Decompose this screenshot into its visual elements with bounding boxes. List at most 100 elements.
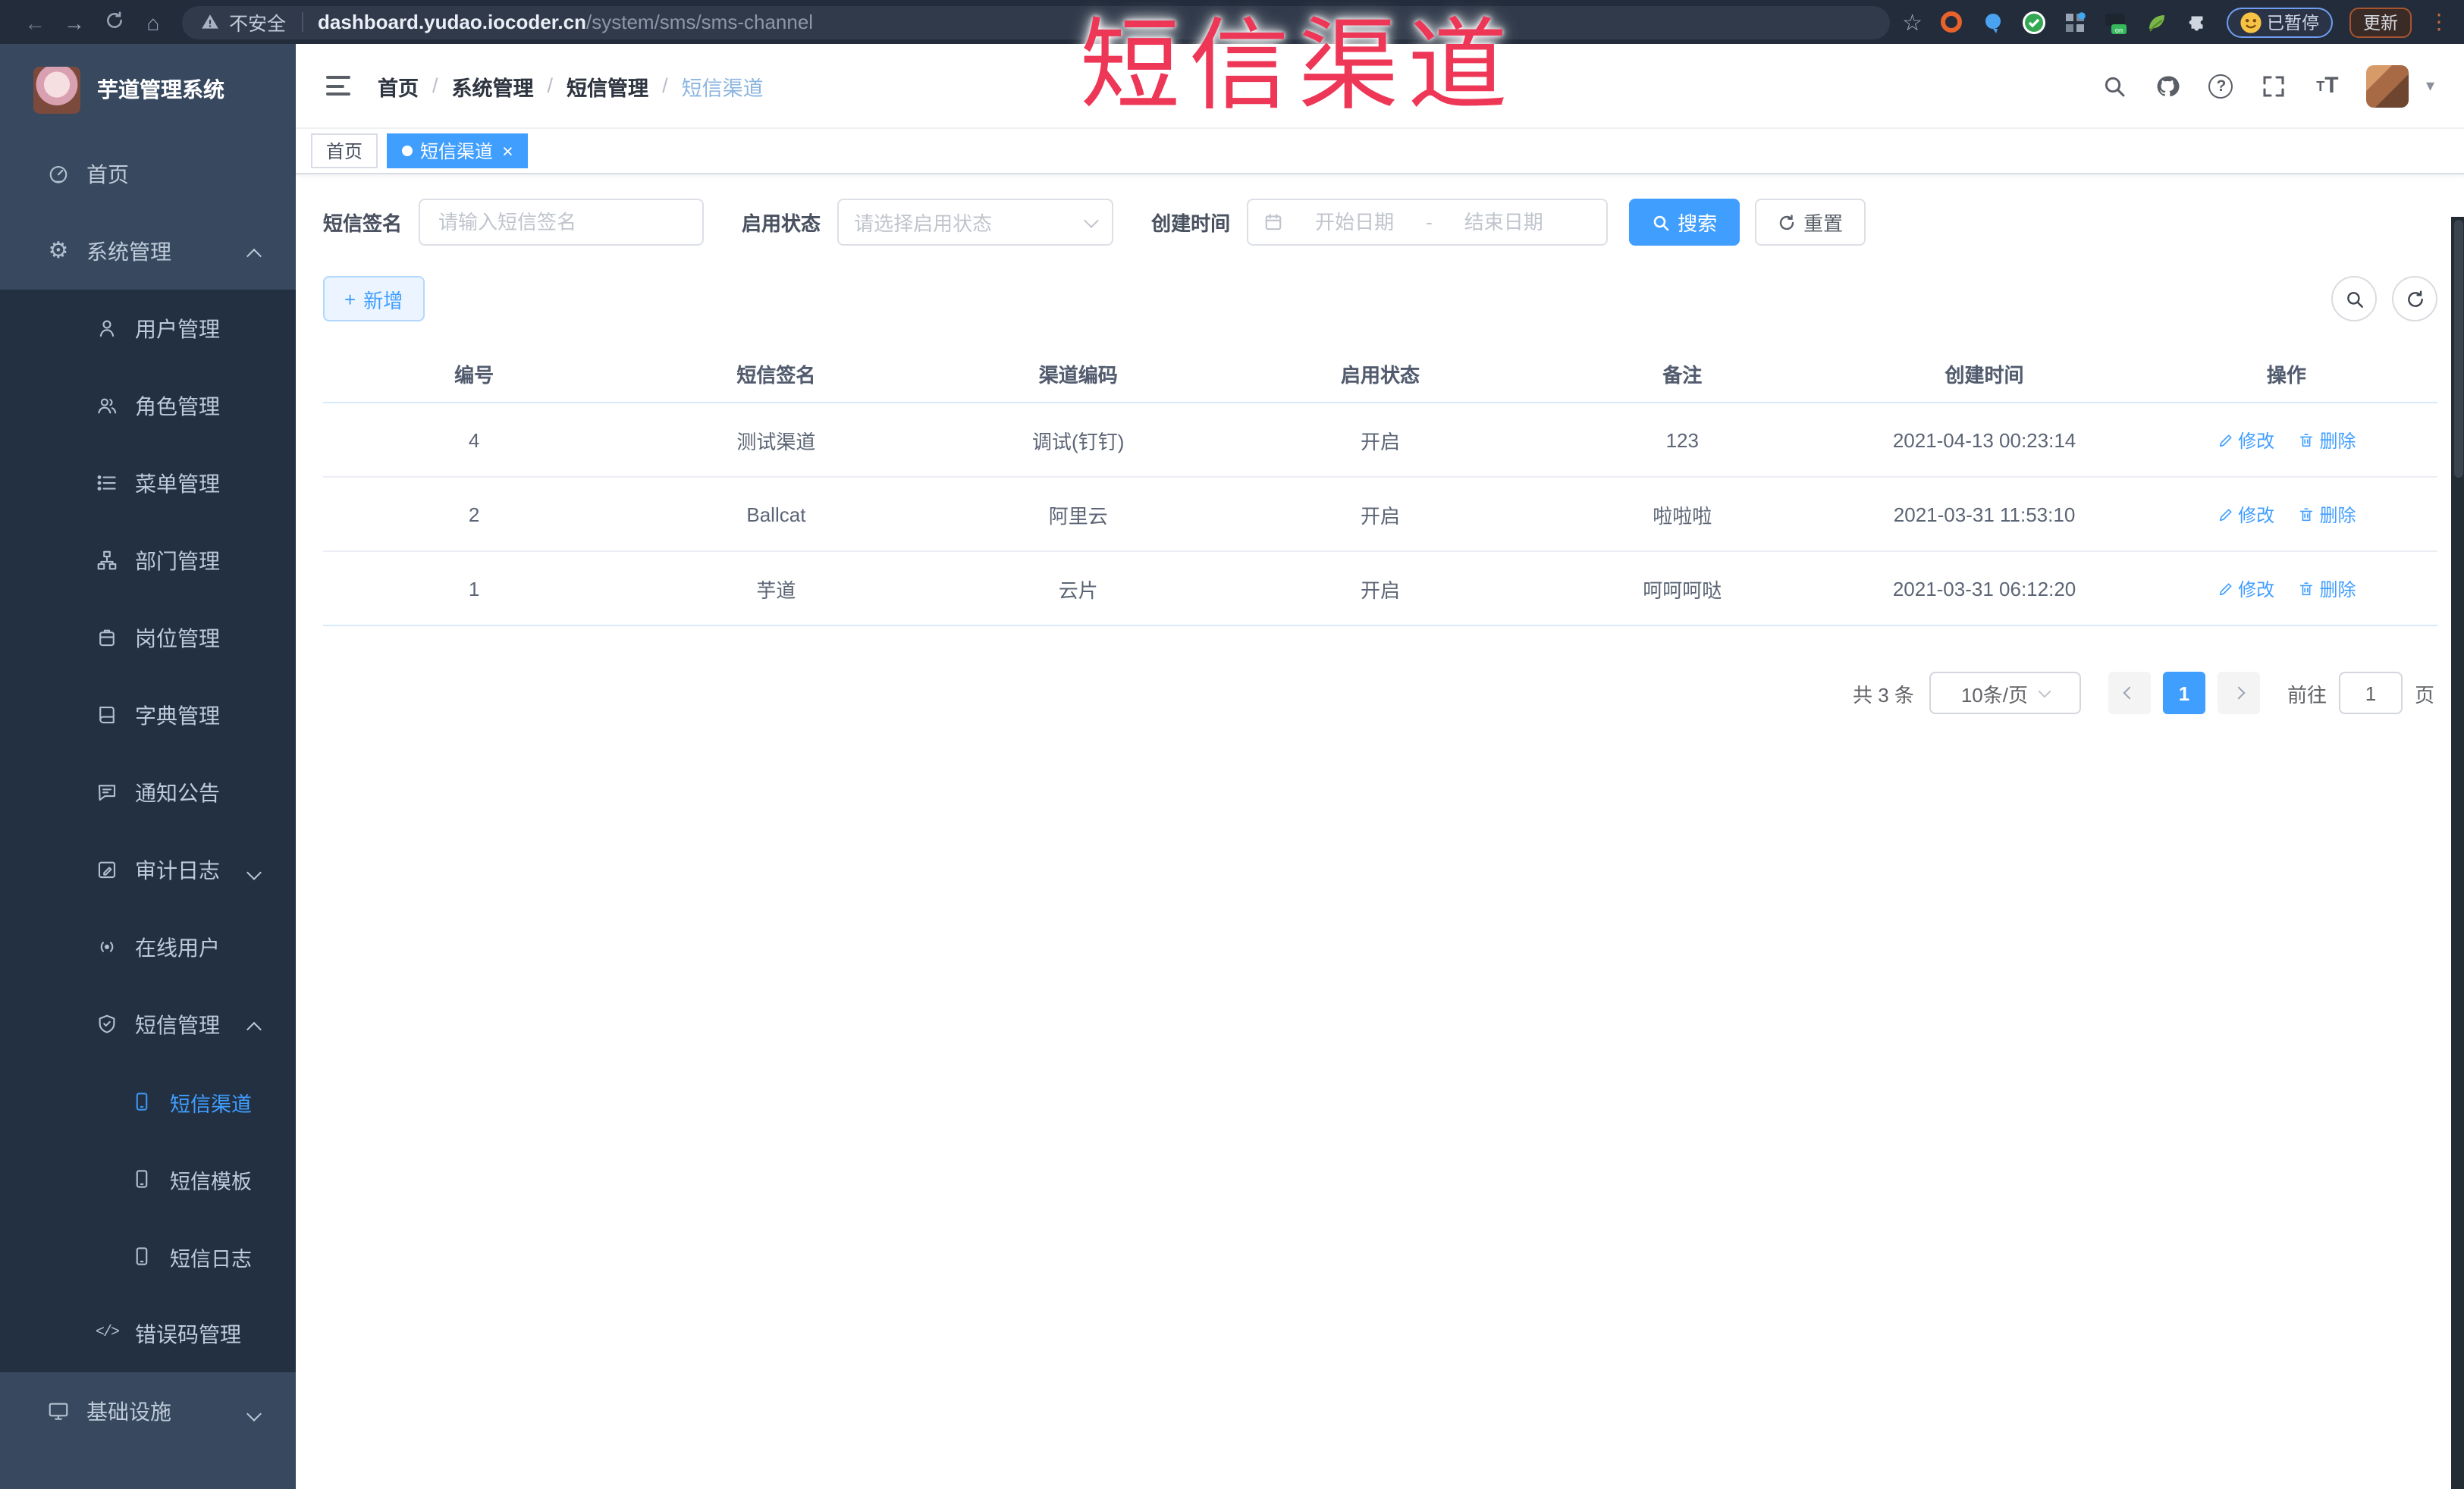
edit-link[interactable]: 修改 <box>2217 427 2274 453</box>
page-size-select[interactable]: 10条/页 <box>1929 672 2081 714</box>
main-area: 首页 / 系统管理 / 短信管理 / 短信渠道 ? TT ▾ 首页 短信渠道 ×… <box>296 44 2464 1489</box>
table-header-row: 编号 短信签名 渠道编码 启用状态 备注 创建时间 操作 <box>323 346 2437 403</box>
edit-link[interactable]: 修改 <box>2217 501 2274 527</box>
sidebar-item-system[interactable]: ⚙ 系统管理 <box>0 212 296 290</box>
next-page-button[interactable] <box>2217 672 2260 714</box>
sidebar-item-sms-template[interactable]: 短信模板 <box>0 1140 296 1218</box>
toggle-search-button[interactable] <box>2331 276 2377 321</box>
breadcrumb-sms[interactable]: 短信管理 <box>567 71 648 101</box>
trash-icon <box>2300 581 2313 595</box>
sidebar-item-users[interactable]: 用户管理 <box>0 290 296 367</box>
announcement-icon <box>94 781 120 804</box>
sidebar-item-label: 菜单管理 <box>135 471 220 495</box>
reset-button-label: 重置 <box>1803 212 1844 235</box>
sidebar-item-label: 错误码管理 <box>135 1321 241 1346</box>
edit-link[interactable]: 修改 <box>2217 575 2274 601</box>
add-button[interactable]: + 新增 <box>323 276 425 321</box>
breadcrumb-system[interactable]: 系统管理 <box>452 71 534 101</box>
sidebar-item-dict[interactable]: 字典管理 <box>0 676 296 754</box>
emoji-face-icon <box>2240 11 2261 33</box>
browser-home-icon[interactable]: ⌂ <box>133 10 173 34</box>
extension-leaf-icon[interactable] <box>2144 10 2168 34</box>
refresh-table-button[interactable] <box>2392 276 2437 321</box>
paused-extension-badge[interactable]: 已暂停 <box>2226 7 2333 37</box>
app-header: 首页 / 系统管理 / 短信管理 / 短信渠道 ? TT ▾ <box>296 44 2464 129</box>
sidebar-item-error-code[interactable]: </> 错误码管理 <box>0 1295 296 1372</box>
help-icon[interactable]: ? <box>2208 72 2235 99</box>
url-host[interactable]: dashboard.yudao.iocoder.cn <box>318 11 586 33</box>
sign-input[interactable] <box>435 209 688 235</box>
fullscreen-icon[interactable] <box>2261 72 2288 99</box>
sidebar-item-menus[interactable]: 菜单管理 <box>0 444 296 522</box>
goto-label: 前往 <box>2287 683 2327 706</box>
bookmark-star-icon[interactable]: ☆ <box>1902 8 1923 36</box>
status-select[interactable]: 请选择启用状态 <box>837 199 1114 246</box>
sidebar-item-roles[interactable]: 角色管理 <box>0 367 296 444</box>
update-button[interactable]: 更新 <box>2349 7 2412 37</box>
sidebar-item-label: 审计日志 <box>135 857 220 882</box>
sidebar-item-home[interactable]: 首页 <box>0 135 296 212</box>
extension-grid-icon[interactable] <box>2062 10 2086 34</box>
delete-link[interactable]: 删除 <box>2298 501 2356 527</box>
delete-link[interactable]: 删除 <box>2298 575 2356 601</box>
sidebar-item-notice[interactable]: 通知公告 <box>0 754 296 831</box>
end-date-input[interactable] <box>1441 209 1566 235</box>
close-icon[interactable]: × <box>502 140 513 161</box>
app-logo-row[interactable]: 芋道管理系统 <box>0 44 296 135</box>
start-date-input[interactable] <box>1292 209 1417 235</box>
breadcrumb-current: 短信渠道 <box>681 77 764 99</box>
browser-forward-icon[interactable]: → <box>55 10 94 34</box>
goto-page-input[interactable] <box>2338 672 2403 714</box>
page-content: 短信签名 启用状态 请选择启用状态 创建时间 - <box>296 174 2464 1489</box>
breadcrumb-home[interactable]: 首页 <box>378 71 419 101</box>
font-size-icon[interactable]: TT <box>2314 72 2341 99</box>
sidebar-item-online-users[interactable]: 在线用户 <box>0 908 296 986</box>
browser-menu-icon[interactable]: ⋮ <box>2428 9 2450 35</box>
breadcrumb-separator: / <box>432 74 438 97</box>
sidebar-item-departments[interactable]: 部门管理 <box>0 522 296 599</box>
sidebar-item-infrastructure[interactable]: 基础设施 <box>0 1372 296 1450</box>
search-icon[interactable] <box>2101 72 2129 99</box>
page-scrollbar[interactable] <box>2451 217 2464 1489</box>
github-icon[interactable] <box>2155 72 2182 99</box>
cell-remark: 呵呵呵哒 <box>1643 578 1722 601</box>
extension-orange-icon[interactable] <box>1939 10 1963 34</box>
page-unit-label: 页 <box>2414 683 2434 706</box>
url-path[interactable]: /system/sms/sms-channel <box>586 11 813 33</box>
trash-icon <box>2300 433 2313 447</box>
extension-pin-icon[interactable] <box>1980 10 2004 34</box>
user-icon <box>94 317 120 340</box>
page-number-active[interactable]: 1 <box>2162 672 2205 714</box>
browser-back-icon[interactable]: ← <box>15 10 55 34</box>
cell-remark: 啦啦啦 <box>1653 504 1712 527</box>
sidebar-item-label: 角色管理 <box>135 393 220 418</box>
pencil-icon <box>2218 434 2231 447</box>
calendar-icon <box>1265 213 1282 230</box>
extension-check-icon[interactable] <box>2021 10 2045 34</box>
extensions-puzzle-icon[interactable] <box>2185 10 2209 34</box>
sidebar-item-label: 在线用户 <box>135 935 220 959</box>
cell-status: 开启 <box>1360 430 1400 453</box>
sidebar-item-sms-log[interactable]: 短信日志 <box>0 1218 296 1295</box>
search-button[interactable]: 搜索 <box>1629 199 1740 246</box>
search-icon <box>1653 215 1669 230</box>
avatar-caret-icon[interactable]: ▾ <box>2426 76 2434 96</box>
delete-link[interactable]: 删除 <box>2298 427 2356 453</box>
security-label[interactable]: 不安全 <box>229 8 286 36</box>
user-avatar[interactable] <box>2366 64 2409 107</box>
reset-button[interactable]: 重置 <box>1755 199 1866 246</box>
browser-reload-icon[interactable] <box>94 10 133 34</box>
date-range-picker[interactable]: - <box>1247 199 1609 246</box>
sidebar-item-sms-channel[interactable]: 短信渠道 <box>0 1063 296 1140</box>
scrollbar-thumb[interactable] <box>2453 220 2462 478</box>
sidebar-collapse-icon[interactable] <box>326 76 350 96</box>
sidebar-item-audit-log[interactable]: 审计日志 <box>0 831 296 908</box>
sidebar-item-posts[interactable]: 岗位管理 <box>0 599 296 676</box>
tab-home[interactable]: 首页 <box>311 133 378 168</box>
tab-sms-channel[interactable]: 短信渠道 × <box>387 133 529 168</box>
prev-page-button[interactable] <box>2108 672 2151 714</box>
extension-vpn-icon[interactable]: on <box>2103 10 2127 34</box>
cell-status: 开启 <box>1360 504 1400 527</box>
sidebar-item-sms[interactable]: 短信管理 <box>0 986 296 1063</box>
address-bar[interactable]: 不安全 dashboard.yudao.iocoder.cn/system/sm… <box>182 5 1891 39</box>
